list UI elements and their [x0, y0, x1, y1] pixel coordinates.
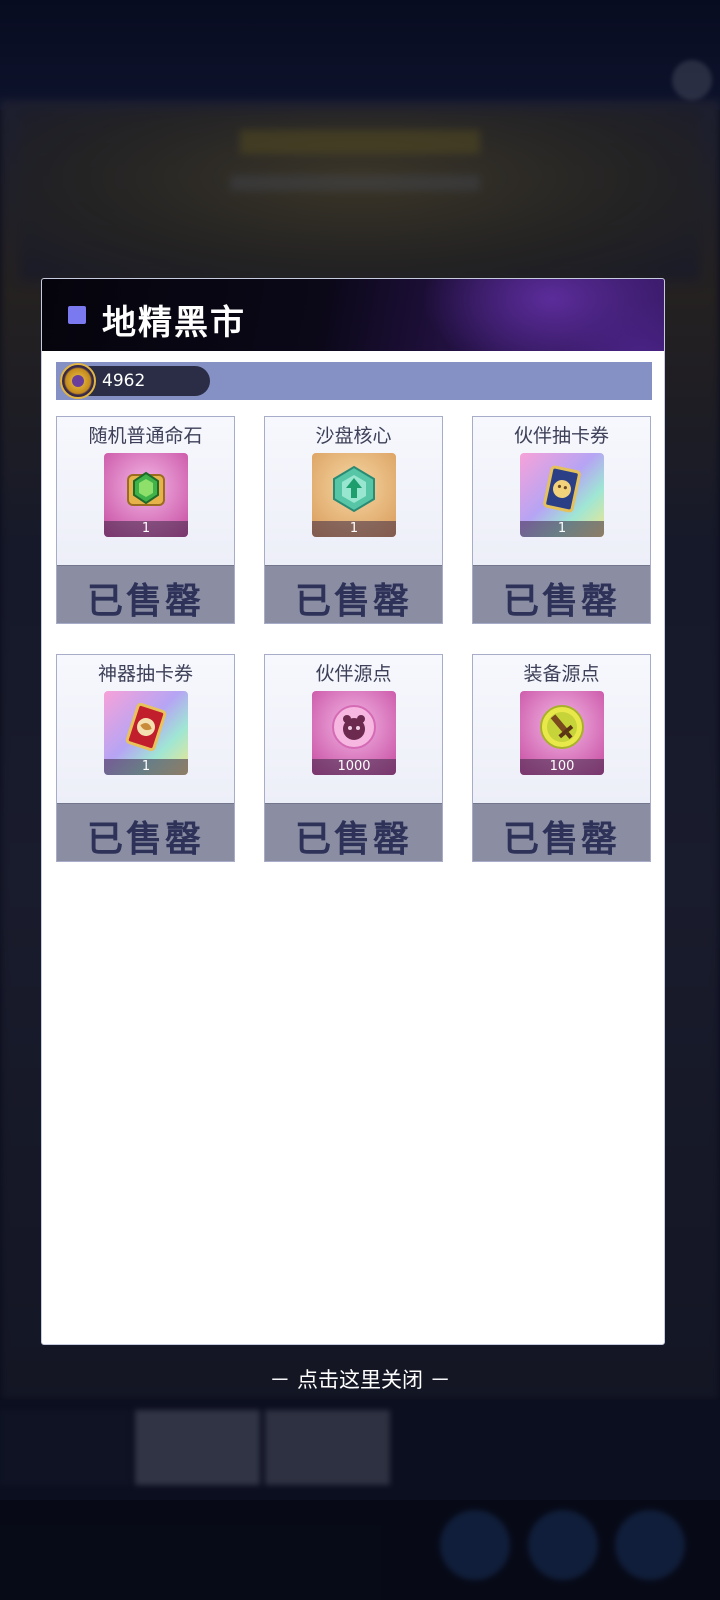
item-name: 伙伴源点 [315, 663, 392, 685]
dialog-header: 地精黑市 [42, 279, 664, 351]
partner-card-icon [543, 465, 581, 513]
item-name: 神器抽卡券 [97, 663, 193, 685]
item-icon-frame: 1 [312, 453, 396, 537]
shop-item-card[interactable]: 装备源点 100 已售罄 [472, 654, 651, 862]
item-icon-frame: 1 [520, 453, 604, 537]
shop-item-card[interactable]: 神器抽卡券 1 已售罄 [56, 654, 235, 862]
item-quantity: 1000 [312, 759, 396, 775]
title-marker-icon [68, 306, 86, 324]
gold-coin-icon [60, 363, 96, 399]
sold-out-banner: 已售罄 [265, 565, 442, 623]
shop-item-card[interactable]: 伙伴抽卡券 1 已售罄 [472, 416, 651, 624]
shop-item-card[interactable]: 伙伴源点 1000 已售罄 [264, 654, 443, 862]
sold-out-banner: 已售罄 [473, 565, 650, 623]
sold-out-label: 已售罄 [502, 580, 620, 622]
sold-out-banner: 已售罄 [473, 803, 650, 861]
currency-pill: 4962 [60, 363, 210, 399]
sold-out-label: 已售罄 [86, 580, 204, 622]
sold-out-banner: 已售罄 [57, 565, 234, 623]
sold-out-label: 已售罄 [86, 818, 204, 860]
item-quantity: 1 [104, 521, 188, 537]
item-name: 装备源点 [523, 663, 600, 685]
shop-item-card[interactable]: 沙盘核心 1 已售罄 [264, 416, 443, 624]
green-gem-icon [127, 471, 165, 506]
dialog-title: 地精黑市 [102, 303, 246, 343]
item-quantity: 1 [312, 521, 396, 537]
item-quantity: 100 [520, 759, 604, 775]
item-name: 沙盘核心 [315, 425, 392, 447]
item-name: 伙伴抽卡券 [513, 425, 609, 447]
currency-bar: 4962 [56, 362, 652, 400]
item-name: 随机普通命石 [88, 425, 203, 447]
item-icon-frame: 1 [104, 453, 188, 537]
equipment-orb-icon [540, 705, 584, 749]
sandbox-core-icon [333, 465, 375, 513]
currency-amount: 4962 [102, 371, 146, 391]
shop-item-card[interactable]: 随机普通命石 1 已售罄 [56, 416, 235, 624]
goblin-market-dialog: 地精黑市 4962 随机普通命石 1 已售罄 沙盘核心 1 已售罄 伙伴抽卡券 … [41, 278, 665, 1345]
artifact-card-icon [125, 703, 167, 751]
item-icon-frame: 1000 [312, 691, 396, 775]
sold-out-banner: 已售罄 [57, 803, 234, 861]
partner-orb-icon [332, 705, 376, 749]
sold-out-label: 已售罄 [294, 818, 412, 860]
item-icon-frame: 1 [104, 691, 188, 775]
close-hint-button[interactable]: － 点击这里关闭 － [0, 1364, 720, 1394]
sold-out-label: 已售罄 [294, 580, 412, 622]
sold-out-label: 已售罄 [502, 818, 620, 860]
item-icon-frame: 100 [520, 691, 604, 775]
item-quantity: 1 [520, 521, 604, 537]
item-quantity: 1 [104, 759, 188, 775]
sold-out-banner: 已售罄 [265, 803, 442, 861]
